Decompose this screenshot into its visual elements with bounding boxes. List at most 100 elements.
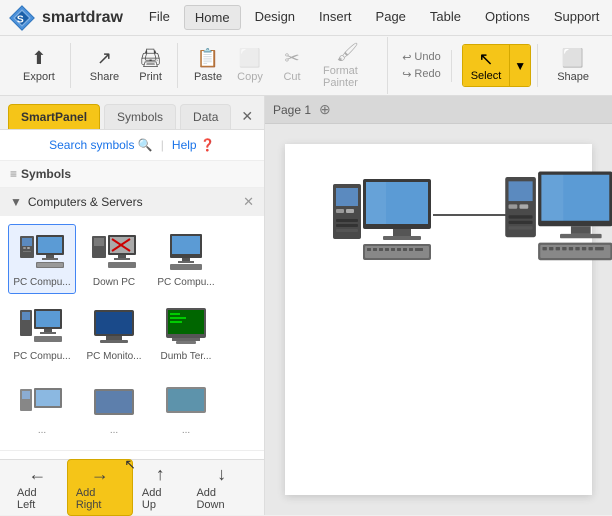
cut-icon: ✂	[284, 48, 299, 69]
symbol-label-extra1: ...	[38, 425, 46, 437]
symbol-pc-computer-1[interactable]: PC Compu...	[8, 224, 76, 294]
format-painter-button[interactable]: 🖌 Format Painter	[314, 37, 381, 94]
symbol-img-pc1	[17, 231, 67, 275]
export-group: ⬆ Export	[8, 43, 71, 88]
symbol-img-monitor	[89, 305, 139, 349]
symbol-label-pc3: PC Compu...	[13, 351, 70, 363]
menu-design[interactable]: Design	[245, 5, 305, 30]
share-button[interactable]: ↗ Share	[81, 43, 128, 88]
copy-icon: ⬜	[239, 48, 261, 69]
copy-button[interactable]: ⬜ Copy	[230, 43, 270, 88]
panel-tabs: SmartPanel Symbols Data ✕	[0, 96, 264, 130]
shape-button[interactable]: ⬜ Shape	[548, 43, 598, 88]
page-label: Page 1	[273, 103, 311, 117]
select-dropdown-button[interactable]: ▼	[509, 45, 530, 86]
panel-close-button[interactable]: ✕	[235, 106, 259, 127]
symbol-extra-3[interactable]: ...	[152, 372, 220, 442]
symbol-img-extra2	[89, 379, 139, 423]
tab-data[interactable]: Data	[180, 104, 231, 129]
symbol-img-down-pc	[89, 231, 139, 275]
symbol-label-pc2: PC Compu...	[157, 277, 214, 289]
menubar: S smartdraw File Home Design Insert Page…	[0, 0, 612, 36]
logo: S smartdraw	[8, 4, 123, 32]
left-panel: SmartPanel Symbols Data ✕ Search symbols…	[0, 96, 265, 515]
undo-button[interactable]: ↩ Undo	[398, 50, 445, 65]
menu-home[interactable]: Home	[184, 5, 241, 30]
menu-table[interactable]: Table	[420, 5, 471, 30]
symbol-img-extra3	[161, 379, 211, 423]
add-up-button[interactable]: ↑ Add Up	[133, 459, 188, 516]
canvas-tab-bar: Page 1 ⊕	[265, 96, 612, 124]
add-right-button[interactable]: → Add Right ↖	[67, 459, 133, 516]
symbol-label-extra3: ...	[182, 425, 190, 437]
arrow-up-icon: ↑	[156, 464, 165, 485]
cursor-indicator: ↖	[124, 456, 136, 473]
shape-icon: ⬜	[562, 48, 584, 69]
redo-button[interactable]: ↪ Redo	[398, 67, 445, 82]
select-group: ↖ Select ▼	[456, 44, 538, 87]
cut-button[interactable]: ✂ Cut	[272, 43, 312, 88]
symbol-label-down-pc: Down PC	[93, 277, 135, 289]
select-button-group: ↖ Select ▼	[462, 44, 531, 87]
print-button[interactable]: 🖨 Print	[130, 43, 171, 88]
paste-button[interactable]: 📋 Paste	[188, 43, 228, 88]
symbol-label-terminal: Dumb Ter...	[161, 351, 212, 363]
menu-file[interactable]: File	[139, 5, 180, 30]
print-icon: 🖨	[139, 48, 162, 69]
symbol-img-terminal	[161, 305, 211, 349]
search-symbols-link[interactable]: Search symbols 🔍	[49, 138, 153, 152]
tab-smartpanel[interactable]: SmartPanel	[8, 104, 100, 129]
arrow-right-icon: →	[91, 464, 109, 485]
tab-symbols[interactable]: Symbols	[104, 104, 176, 129]
symbol-pc-computer-3[interactable]: PC Compu...	[8, 298, 76, 368]
canvas-area: Page 1 ⊕	[265, 96, 612, 515]
svg-text:S: S	[17, 13, 24, 25]
menu-support[interactable]: Support	[544, 5, 610, 30]
add-page-button[interactable]: ⊕	[319, 101, 331, 118]
add-left-button[interactable]: ← Add Left	[8, 459, 67, 516]
search-bar: Search symbols 🔍 | Help ❓	[0, 130, 264, 161]
share-print-group: ↗ Share 🖨 Print	[75, 43, 178, 88]
toolbar: ⬆ Export ↗ Share 🖨 Print 📋 Paste ⬜ Copy …	[0, 36, 612, 96]
export-button[interactable]: ⬆ Export	[14, 43, 64, 88]
arrow-left-icon: ←	[28, 464, 46, 485]
canvas-computer-1	[333, 174, 433, 279]
symbol-pc-computer-2[interactable]: PC Compu...	[152, 224, 220, 294]
undo-redo-group: ↩ Undo ↪ Redo	[392, 50, 452, 82]
symbol-img-pc2	[161, 231, 211, 275]
symbol-label-extra2: ...	[110, 425, 118, 437]
help-link[interactable]: Help ❓	[172, 138, 215, 152]
canvas[interactable]	[285, 144, 592, 495]
symbol-img-pc3	[17, 305, 67, 349]
category-expand-icon: ▼	[10, 195, 22, 209]
symbol-down-pc[interactable]: Down PC	[80, 224, 148, 294]
category-name: Computers & Servers	[28, 195, 243, 209]
add-down-button[interactable]: ↓ Add Down	[187, 459, 256, 516]
arrow-down-icon: ↓	[217, 464, 226, 485]
symbol-extra-1[interactable]: ...	[8, 372, 76, 442]
symbol-extra-2[interactable]: ...	[80, 372, 148, 442]
menu-page[interactable]: Page	[366, 5, 416, 30]
menu-insert[interactable]: Insert	[309, 5, 362, 30]
export-icon: ⬆	[31, 48, 46, 69]
search-icon: 🔍	[138, 138, 153, 152]
paste-icon: 📋	[197, 48, 219, 69]
canvas-computer-2	[505, 166, 612, 281]
app-name: smartdraw	[42, 9, 123, 27]
shape-group: ⬜ Shape	[542, 43, 604, 88]
bottom-toolbar: ← Add Left → Add Right ↖ ↑ Add Up ↓ Add …	[0, 459, 264, 515]
category-computers-servers: ▼ Computers & Servers ✕	[0, 188, 264, 451]
menu-items: File Home Design Insert Page Table Optio…	[139, 5, 609, 30]
category-header[interactable]: ▼ Computers & Servers ✕	[0, 188, 264, 216]
symbol-pc-monitor[interactable]: PC Monito...	[80, 298, 148, 368]
format-painter-icon: 🖌	[336, 42, 359, 63]
category-close-button[interactable]: ✕	[243, 194, 254, 210]
connect-line	[433, 209, 513, 221]
select-button[interactable]: ↖ Select	[463, 45, 510, 86]
undo-icon: ↩	[402, 51, 411, 64]
symbols-header: ≡ Symbols	[0, 161, 264, 188]
menu-options[interactable]: Options	[475, 5, 540, 30]
clipboard-group: 📋 Paste ⬜ Copy ✂ Cut 🖌 Format Painter	[182, 37, 388, 94]
symbol-dumb-terminal[interactable]: Dumb Ter...	[152, 298, 220, 368]
symbol-label-pc1: PC Compu...	[13, 277, 70, 289]
